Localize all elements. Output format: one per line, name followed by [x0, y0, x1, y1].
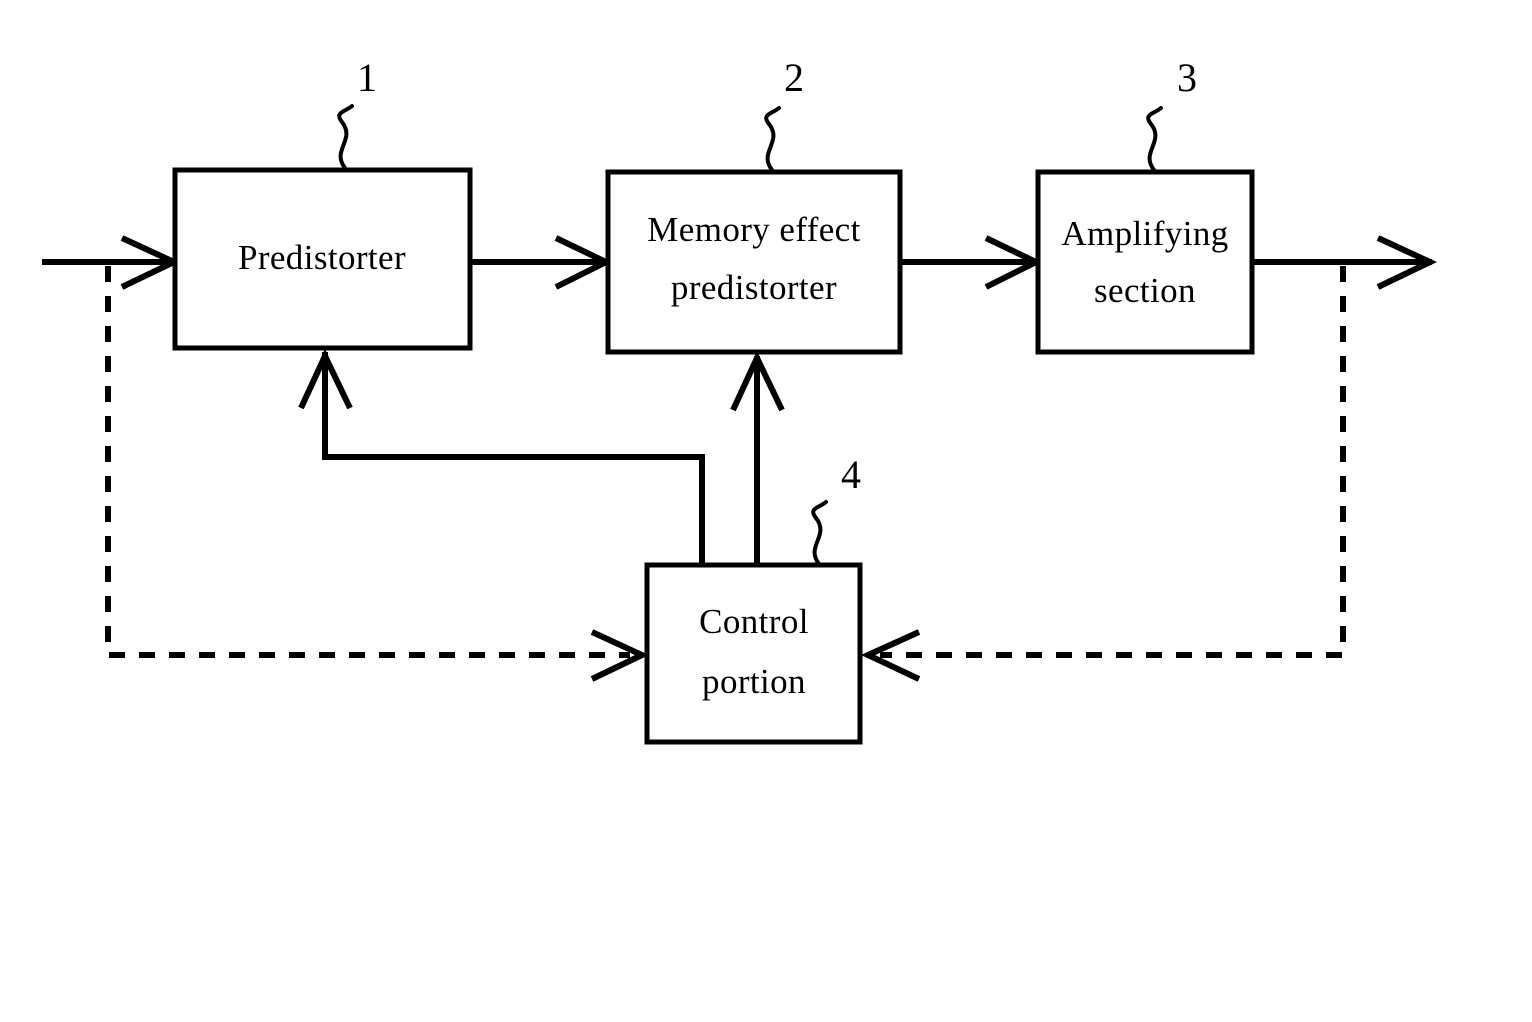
reference-numeral-1: 1 — [357, 55, 377, 100]
block-amplifying-section-rect — [1035, 169, 1255, 355]
block-amplifying-section-label-line1: Amplifying — [1061, 214, 1228, 253]
reference-callout-4: 4 — [811, 452, 861, 566]
block-control-portion[interactable]: Control portion — [644, 562, 863, 745]
block-amplifying-section-label-line2: section — [1094, 271, 1196, 310]
wire-control-to-memory-effect — [730, 350, 785, 568]
block-memory-effect-rect — [605, 169, 903, 355]
reference-numeral-2: 2 — [784, 55, 804, 100]
wire-predistorter-to-memory-effect — [470, 235, 613, 290]
reference-callout-1: 1 — [337, 55, 377, 170]
wire-control-to-predistorter — [298, 348, 705, 568]
block-memory-effect-label-line1: Memory effect — [647, 210, 861, 249]
block-amplifying-section[interactable]: Amplifying section — [1035, 169, 1255, 355]
reference-numeral-3: 3 — [1177, 55, 1197, 100]
reference-callout-3: 3 — [1146, 55, 1197, 172]
wire-memory-effect-to-amplifying-section — [900, 235, 1043, 290]
reference-callout-2: 2 — [764, 55, 804, 172]
reference-numeral-4: 4 — [841, 452, 861, 497]
block-control-portion-label-line2: portion — [702, 662, 806, 701]
block-predistorter-label: Predistorter — [238, 238, 406, 277]
block-diagram-figure: Predistorter Memory effect predistorter … — [0, 0, 1532, 1022]
diagram-canvas: Predistorter Memory effect predistorter … — [42, 55, 1438, 745]
block-control-portion-rect — [644, 562, 863, 745]
block-memory-effect-label-line2: predistorter — [671, 268, 837, 307]
block-predistorter[interactable]: Predistorter — [172, 167, 473, 351]
block-memory-effect-predistorter[interactable]: Memory effect predistorter — [605, 169, 903, 355]
block-control-portion-label-line1: Control — [699, 602, 809, 641]
